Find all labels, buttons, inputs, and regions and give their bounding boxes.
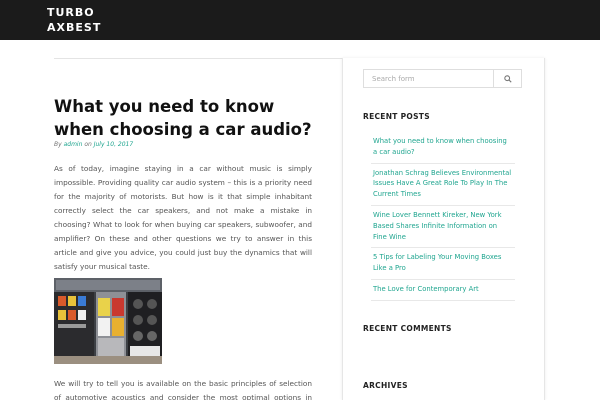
recent-comments-title: RECENT COMMENTS (363, 324, 452, 333)
recent-post-link[interactable]: What you need to know when choosing a ca… (373, 137, 507, 156)
site-header: TURBO AXBEST (0, 0, 600, 40)
search-button[interactable] (494, 69, 522, 88)
search-icon (503, 74, 512, 83)
sidebar: RECENT POSTS What you need to know when … (342, 58, 545, 400)
post-paragraph: As of today, imagine staying in a car wi… (54, 164, 312, 271)
recent-post-item: The Love for Contemporary Art (371, 280, 515, 301)
site-title-line1: TURBO (47, 6, 95, 19)
recent-post-item: 5 Tips for Labeling Your Moving Boxes Li… (371, 248, 515, 280)
post-meta: By admin on July 10, 2017 (54, 141, 133, 148)
recent-posts-list: What you need to know when choosing a ca… (371, 132, 515, 301)
post-date-link[interactable]: July 10, 2017 (94, 141, 133, 148)
post-paragraph-2: We will try to tell you is available on … (54, 379, 312, 400)
recent-post-link[interactable]: Wine Lover Bennett Kireker, New York Bas… (373, 211, 502, 241)
site-title-line2: AXBEST (47, 21, 102, 34)
recent-post-item: Jonathan Schrag Believes Environmental I… (371, 164, 515, 206)
recent-post-link[interactable]: The Love for Contemporary Art (373, 285, 479, 293)
post-image-car-audio-store (54, 278, 162, 364)
recent-posts-title: RECENT POSTS (363, 112, 430, 121)
site-title-link[interactable]: TURBO AXBEST (47, 5, 101, 35)
recent-post-link[interactable]: 5 Tips for Labeling Your Moving Boxes Li… (373, 253, 501, 272)
post-title[interactable]: What you need to know when choosing a ca… (54, 95, 324, 141)
meta-by: By (54, 141, 62, 148)
search-form (363, 69, 523, 88)
recent-post-item: Wine Lover Bennett Kireker, New York Bas… (371, 206, 515, 249)
meta-on: on (84, 141, 92, 148)
search-input[interactable] (363, 69, 494, 88)
store-shelves-illustration (54, 278, 162, 364)
recent-post-link[interactable]: Jonathan Schrag Believes Environmental I… (373, 169, 511, 199)
post-author-link[interactable]: admin (64, 141, 83, 148)
archives-title: ARCHIVES (363, 381, 408, 390)
content-divider (54, 58, 343, 59)
recent-post-item: What you need to know when choosing a ca… (371, 132, 515, 164)
